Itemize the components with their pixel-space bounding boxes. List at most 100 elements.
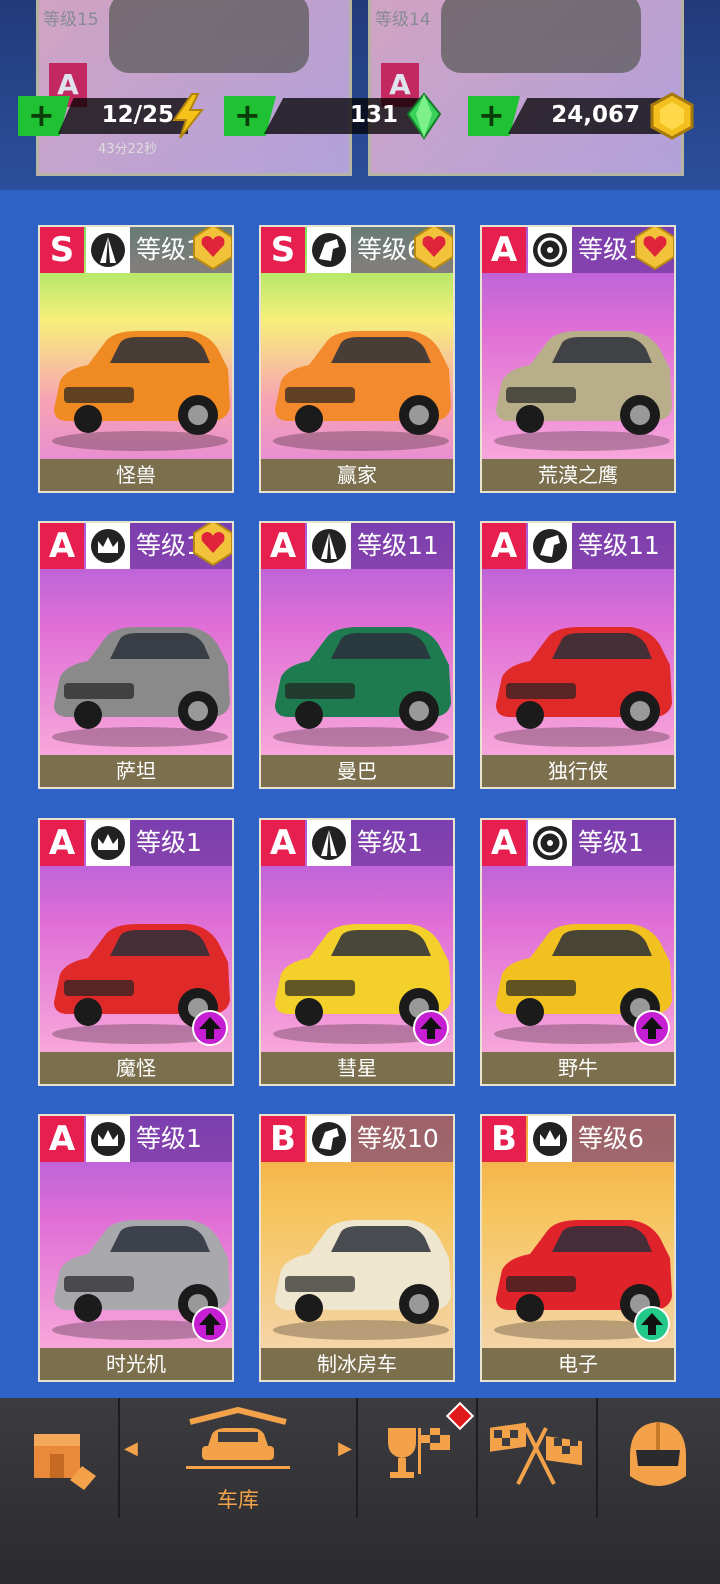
upgrade-arrow-icon[interactable]: [413, 1010, 449, 1046]
favorite-heart-icon[interactable]: [192, 225, 234, 271]
coin-icon: [650, 92, 694, 140]
shop-tab[interactable]: [0, 1398, 118, 1584]
car-name: 萨坦: [40, 755, 232, 787]
rank-badge: A: [40, 523, 84, 569]
partial-card-level: 等级14: [375, 10, 431, 30]
car-card[interactable]: B 等级6 电子: [480, 1114, 676, 1382]
card-header: B 等级10: [261, 1116, 453, 1162]
car-image: [273, 331, 451, 451]
crown-icon: [528, 1116, 572, 1162]
resource-bar: + 12/25 43分22秒 + 131 + 24,067: [0, 92, 720, 157]
car-name: 电子: [482, 1348, 674, 1380]
gem-counter: + 131: [224, 92, 444, 140]
car-image: [494, 331, 672, 451]
rank-badge: A: [40, 1116, 84, 1162]
rank-badge: B: [261, 1116, 305, 1162]
partial-car-image: [109, 0, 309, 73]
car-card[interactable]: B 等级10 制冰房车: [259, 1114, 455, 1382]
gem-icon: [406, 92, 442, 140]
car-name: 曼巴: [261, 755, 453, 787]
car-level: 等级10: [351, 1116, 453, 1162]
coin-counter: + 24,067: [468, 92, 708, 140]
car-card[interactable]: A 等级1 野牛: [480, 818, 676, 1086]
checkered-flags-icon: [490, 1422, 582, 1485]
wheel-icon: [528, 820, 572, 866]
car-image: [52, 331, 230, 451]
car-level: 等级1: [130, 820, 232, 866]
rank-badge: S: [261, 227, 305, 273]
horse-icon: [528, 523, 572, 569]
car-image: [52, 627, 230, 747]
wheel-icon: [528, 227, 572, 273]
car-level: 等级6: [572, 1116, 674, 1162]
right-arrow-icon: ▶: [338, 1438, 352, 1459]
energy-value: 12/25: [101, 102, 174, 128]
upgrade-arrow-icon[interactable]: [634, 1010, 670, 1046]
gem-value: 131: [349, 102, 398, 128]
upgrade-arrow-icon[interactable]: [192, 1306, 228, 1342]
rank-badge: A: [482, 523, 526, 569]
car-name: 怪兽: [40, 459, 232, 491]
rank-badge: S: [40, 227, 84, 273]
road-icon: [307, 523, 351, 569]
upgrade-arrow-icon[interactable]: [634, 1306, 670, 1342]
car-card[interactable]: S 等级1 怪兽: [38, 225, 234, 493]
lightning-icon: [172, 93, 205, 139]
rank-badge: A: [482, 820, 526, 866]
favorite-heart-icon[interactable]: [192, 521, 234, 567]
car-card[interactable]: A 等级1 魔怪: [38, 818, 234, 1086]
trophy-flag-icon: [388, 1428, 450, 1478]
car-level: 等级1: [351, 820, 453, 866]
energy-counter: + 12/25 43分22秒: [18, 93, 208, 157]
rank-badge: A: [482, 227, 526, 273]
car-image: [273, 627, 451, 747]
card-header: A 等级1: [40, 820, 232, 866]
car-name: 独行侠: [482, 755, 674, 787]
crown-icon: [86, 523, 130, 569]
car-name: 野牛: [482, 1052, 674, 1084]
garage-icon: [186, 1406, 290, 1469]
card-header: A 等级11: [482, 523, 674, 569]
trophy-tab[interactable]: [358, 1398, 476, 1584]
bottom-nav: ◀ 车库 ▶: [0, 1398, 720, 1584]
car-level: 等级11: [572, 523, 674, 569]
car-name: 赢家: [261, 459, 453, 491]
partial-car-card[interactable]: 等级15 A: [36, 0, 352, 176]
car-level: 等级1: [130, 1116, 232, 1162]
car-name: 荒漠之鹰: [482, 459, 674, 491]
card-header: A 等级1: [40, 1116, 232, 1162]
upgrade-arrow-icon[interactable]: [192, 1010, 228, 1046]
car-card[interactable]: S 等级6 赢家: [259, 225, 455, 493]
card-header: A 等级11: [261, 523, 453, 569]
partial-car-image: [441, 0, 641, 73]
car-image: [273, 1220, 451, 1340]
card-header: A 等级1: [482, 820, 674, 866]
partial-car-card[interactable]: 等级14 A: [368, 0, 684, 176]
profile-tab[interactable]: [598, 1398, 720, 1584]
card-header: B 等级6: [482, 1116, 674, 1162]
rank-badge: A: [261, 523, 305, 569]
car-image: [494, 627, 672, 747]
car-name: 制冰房车: [261, 1348, 453, 1380]
car-name: 魔怪: [40, 1052, 232, 1084]
car-card[interactable]: A 等级11 曼巴: [259, 521, 455, 789]
favorite-heart-icon[interactable]: [634, 225, 676, 271]
car-card[interactable]: A 等级1 萨坦: [38, 521, 234, 789]
race-tab[interactable]: [478, 1398, 596, 1584]
road-icon: [307, 820, 351, 866]
car-card[interactable]: A 等级1 荒漠之鹰: [480, 225, 676, 493]
energy-timer: 43分22秒: [98, 142, 158, 157]
helmet-icon: [630, 1422, 686, 1486]
rank-badge: B: [482, 1116, 526, 1162]
garage-tab[interactable]: ◀ 车库 ▶: [120, 1398, 356, 1584]
car-name: 时光机: [40, 1348, 232, 1380]
partial-card-level: 等级15: [43, 10, 99, 30]
crown-icon: [86, 820, 130, 866]
road-icon: [86, 227, 130, 273]
car-card[interactable]: A 等级1 时光机: [38, 1114, 234, 1382]
card-header: A 等级1: [261, 820, 453, 866]
horse-icon: [307, 227, 351, 273]
car-card[interactable]: A 等级11 独行侠: [480, 521, 676, 789]
favorite-heart-icon[interactable]: [413, 225, 455, 271]
car-card[interactable]: A 等级1 彗星: [259, 818, 455, 1086]
